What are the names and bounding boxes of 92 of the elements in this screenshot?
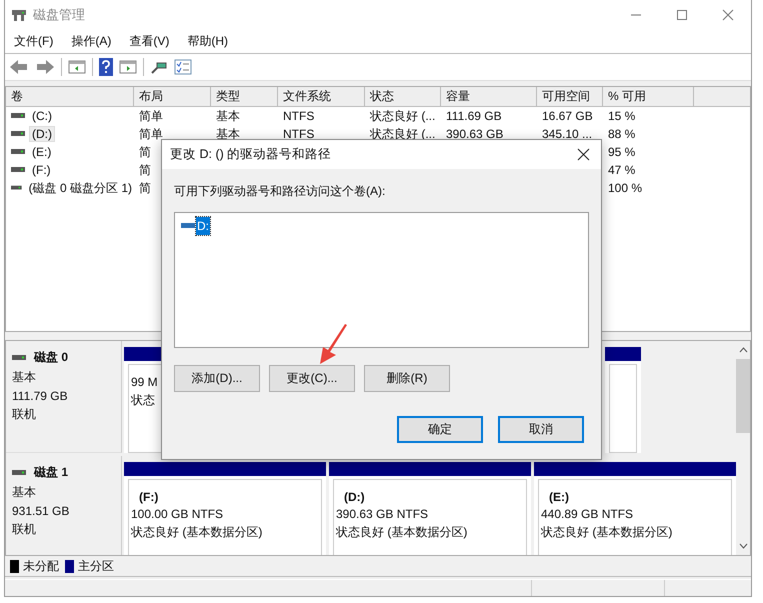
table-cell: 47 % bbox=[608, 163, 636, 177]
disk-size: 111.79 GB bbox=[12, 389, 69, 403]
partition-status: 状态良好 (基本数据分区) bbox=[336, 524, 468, 541]
table-cell: 88 % bbox=[608, 127, 636, 141]
dialog-button[interactable]: 取消 bbox=[498, 416, 584, 443]
legend-label: 未分配 bbox=[23, 558, 59, 574]
table-cell: 简 bbox=[139, 144, 151, 160]
column-header[interactable]: 可用空间 bbox=[537, 87, 603, 106]
forward-icon[interactable] bbox=[35, 59, 55, 75]
table-cell: 简 bbox=[139, 162, 151, 178]
disk-name: 磁盘 0 bbox=[34, 349, 68, 366]
help-icon[interactable] bbox=[99, 58, 113, 76]
disk-type: 基本 bbox=[12, 369, 37, 386]
table-cell: 100 % bbox=[608, 181, 642, 195]
partition-status: 状态良好 (基本数据分区) bbox=[541, 524, 672, 541]
partition-status: 状态良好 (基本数据分区) bbox=[131, 524, 262, 541]
disk-status: 联机 bbox=[12, 406, 37, 423]
partition-size: 440.89 GB NTFS bbox=[541, 507, 634, 521]
scroll-up-icon[interactable] bbox=[738, 347, 748, 353]
partition-block[interactable]: (E:) 440.89 GB NTFS 状态良好 (基本数据分区) bbox=[534, 462, 736, 555]
maximize-icon bbox=[676, 9, 688, 21]
partition-name: (D:) bbox=[344, 490, 365, 504]
menu-item[interactable]: 查看(V) bbox=[120, 33, 178, 50]
column-header[interactable]: 容量 bbox=[441, 87, 537, 106]
column-header[interactable]: % 可用 bbox=[603, 87, 694, 106]
menu-item[interactable]: 文件(F) bbox=[5, 33, 62, 50]
drive-icon bbox=[11, 113, 25, 119]
disk-size: 931.51 GB bbox=[12, 504, 70, 518]
column-header[interactable]: 状态 bbox=[365, 87, 441, 106]
disk-icon bbox=[11, 8, 27, 22]
drive-icon bbox=[12, 354, 26, 360]
legend-label: 主分区 bbox=[78, 558, 114, 574]
partition-size: 390.63 GB NTFS bbox=[336, 507, 428, 521]
disk-status: 联机 bbox=[12, 521, 37, 538]
drive-icon bbox=[11, 149, 25, 155]
menu-item[interactable]: 操作(A) bbox=[62, 33, 120, 50]
drive-icon bbox=[181, 223, 195, 229]
dialog-button[interactable]: 确定 bbox=[397, 416, 483, 443]
table-cell: NTFS bbox=[283, 127, 314, 141]
volume-name[interactable]: (F:) bbox=[30, 163, 53, 177]
volume-name[interactable]: (磁盘 0 磁盘分区 1) bbox=[26, 180, 134, 196]
action-button[interactable]: 删除(R) bbox=[364, 365, 450, 392]
window-title: 磁盘管理 bbox=[33, 6, 85, 24]
table-cell: 16.67 GB bbox=[542, 109, 593, 123]
back-icon[interactable] bbox=[9, 59, 29, 75]
dialog-title: 更改 D: () 的驱动器号和路径 bbox=[170, 146, 332, 163]
disk-type: 基本 bbox=[12, 484, 37, 501]
table-cell: 简 bbox=[139, 180, 151, 196]
table-cell: 345.10 ... bbox=[542, 127, 592, 141]
column-header[interactable]: 卷 bbox=[6, 87, 134, 106]
prompt-label: 可用下列驱动器号和路径访问这个卷(A): bbox=[174, 183, 386, 200]
table-cell: 基本 bbox=[216, 108, 240, 124]
volume-name[interactable]: (E:) bbox=[30, 145, 54, 159]
partition-block[interactable]: (F:) 100.00 GB NTFS 状态良好 (基本数据分区) bbox=[124, 462, 326, 555]
table-cell: 111.69 GB bbox=[446, 109, 502, 123]
close-icon bbox=[576, 148, 590, 161]
action-button[interactable]: 更改(C)... bbox=[269, 365, 355, 392]
partition-name: (E:) bbox=[549, 490, 569, 504]
drive-icon bbox=[11, 167, 25, 173]
menu-item[interactable]: 帮助(H) bbox=[178, 33, 237, 50]
table-cell: 状态良好 (... bbox=[370, 108, 436, 124]
panel-icon[interactable] bbox=[68, 59, 86, 75]
panel-icon[interactable] bbox=[119, 59, 137, 75]
table-cell: 390.63 GB bbox=[446, 127, 504, 141]
checklist-icon[interactable] bbox=[174, 59, 192, 75]
disk-name: 磁盘 1 bbox=[34, 464, 68, 481]
column-header[interactable]: 布局 bbox=[134, 87, 211, 106]
drive-icon bbox=[11, 131, 25, 137]
volume-name[interactable]: (D:) bbox=[30, 127, 54, 141]
path-item[interactable]: D: bbox=[196, 217, 210, 235]
scroll-down-icon[interactable] bbox=[738, 543, 748, 549]
partition-status: 状态 bbox=[131, 392, 155, 409]
action-button[interactable]: 添加(D)... bbox=[174, 365, 260, 392]
volume-name[interactable]: (C:) bbox=[30, 109, 54, 123]
table-cell: 简单 bbox=[139, 126, 163, 142]
close-icon bbox=[722, 9, 734, 21]
partition-size: 99 M bbox=[131, 375, 158, 389]
table-cell: 简单 bbox=[139, 108, 163, 124]
partition-name: (F:) bbox=[139, 490, 158, 504]
column-header[interactable]: 类型 bbox=[211, 87, 278, 106]
path-list[interactable]: D: bbox=[174, 212, 589, 348]
partition-size: 100.00 GB NTFS bbox=[131, 507, 224, 521]
table-cell: 基本 bbox=[216, 126, 240, 142]
partition-block[interactable]: (D:) 390.63 GB NTFS 状态良好 (基本数据分区) bbox=[329, 462, 531, 555]
table-cell: 15 % bbox=[608, 109, 636, 123]
scrollbar[interactable] bbox=[736, 341, 750, 555]
drive-icon bbox=[12, 470, 26, 476]
table-cell: 95 % bbox=[608, 145, 636, 159]
partition-block[interactable] bbox=[605, 347, 641, 453]
table-cell: NTFS bbox=[283, 109, 314, 123]
column-header[interactable]: 文件系统 bbox=[278, 87, 365, 106]
drive-icon bbox=[11, 185, 22, 191]
